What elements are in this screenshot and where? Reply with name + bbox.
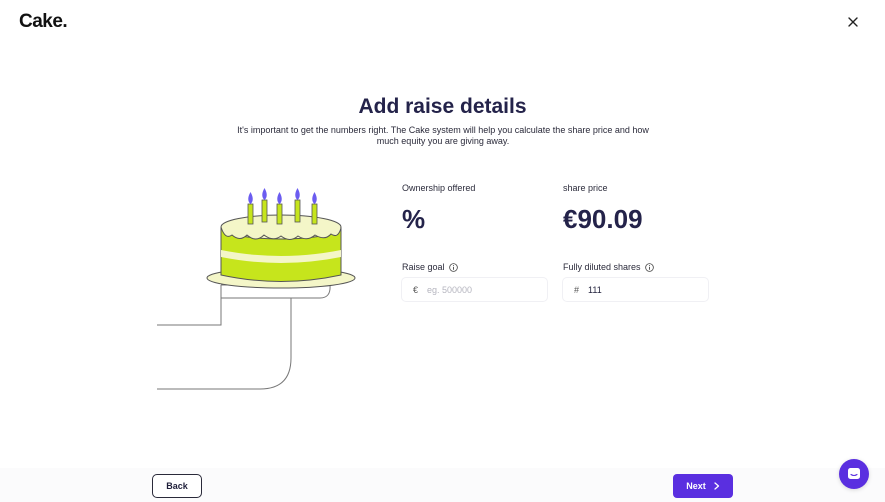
ownership-offered-value: % <box>402 204 426 234</box>
page-title: Add raise details <box>358 95 527 118</box>
raise-goal-input-wrapper[interactable]: € <box>402 278 547 301</box>
raise-goal-label: Raise goal <box>402 262 458 272</box>
ownership-offered-label: Ownership offered <box>402 183 476 193</box>
hash-prefix: # <box>574 284 580 295</box>
cake-logo: Cake. <box>19 11 68 32</box>
share-price-label: share price <box>563 183 608 193</box>
diluted-shares-input-wrapper[interactable]: # <box>563 278 708 301</box>
close-button[interactable] <box>843 12 863 32</box>
cake-illustration <box>157 188 356 390</box>
footer-bar <box>0 468 885 502</box>
share-price-value: €90.09 <box>563 204 643 234</box>
page-subtitle: It's important to get the numbers right.… <box>237 125 649 146</box>
currency-prefix: € <box>413 284 419 295</box>
next-button[interactable]: Next <box>673 474 733 498</box>
next-button-label: Next <box>686 481 706 491</box>
raise-goal-input[interactable] <box>427 284 528 295</box>
back-button[interactable]: Back <box>152 474 202 498</box>
diluted-shares-input[interactable] <box>588 284 689 295</box>
diluted-shares-label: Fully diluted shares <box>563 262 654 272</box>
info-icon[interactable] <box>448 262 458 272</box>
close-icon <box>848 17 858 27</box>
chevron-right-icon <box>714 482 719 490</box>
chat-support-button[interactable] <box>839 459 869 489</box>
info-icon[interactable] <box>644 262 654 272</box>
chat-icon <box>848 468 860 479</box>
